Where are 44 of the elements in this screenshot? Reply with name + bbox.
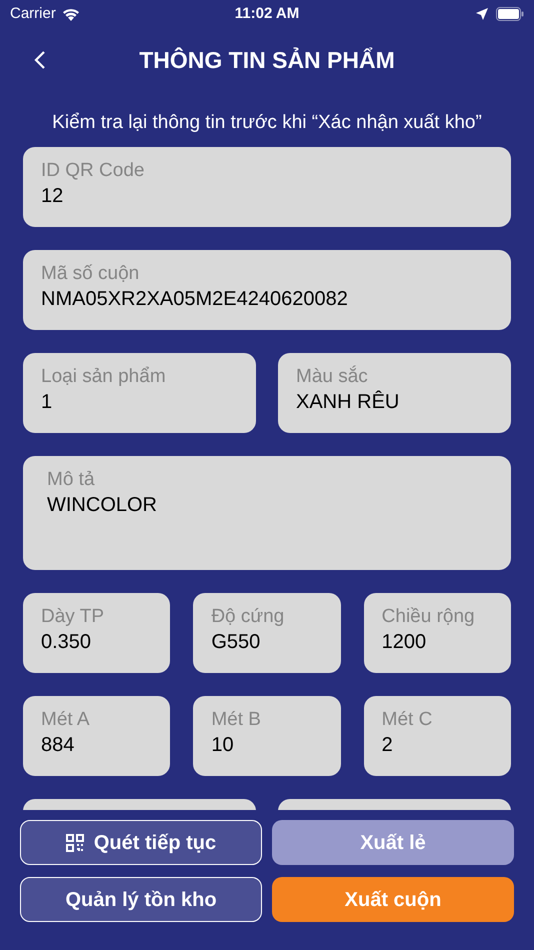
input-field[interactable]: Chiều rộng 1200	[364, 593, 511, 673]
location-arrow-icon	[476, 8, 488, 20]
input-field[interactable]: Dày TP 0.350	[23, 593, 170, 673]
status-time: 11:02 AM	[234, 4, 300, 24]
field-label: Chiều rộng	[382, 605, 476, 629]
action-button[interactable]: Quét tiếp tục	[20, 820, 262, 865]
field-value: 2	[382, 733, 394, 758]
field-label: Mã số cuộn	[41, 262, 140, 286]
input-field[interactable]: Loại sản phẩm 1	[23, 353, 256, 433]
input-field[interactable]: Mét A 884	[23, 696, 170, 776]
back-chevron-icon	[34, 50, 46, 70]
instruction-text: Kiểm tra lại thông tin trước khi “Xác nhận xuất kho”	[51, 111, 483, 135]
field-label: ID QR Code	[41, 159, 146, 183]
field-label: Dày TP	[41, 605, 106, 629]
battery-icon	[496, 7, 524, 21]
field-value: 1	[41, 390, 54, 415]
page-title: THÔNG TIN SẢN PHẨM	[139, 46, 395, 75]
input-field[interactable]: Độ cứng G550	[193, 593, 341, 673]
input-field[interactable]: Màu sắc XANH RÊU	[278, 353, 511, 433]
field-value: 884	[41, 733, 76, 758]
field-value: 10	[211, 733, 235, 758]
field-value: 12	[41, 184, 64, 209]
field-label: Độ cứng	[211, 605, 286, 629]
field-label: Màu sắc	[296, 365, 369, 389]
field-label: Mét C	[382, 708, 434, 732]
field-label: Loại sản phẩm	[41, 365, 167, 389]
field-value: 0.350	[41, 630, 92, 655]
input-field[interactable]: ID QR Code 12	[23, 147, 511, 227]
wifi-icon	[62, 8, 80, 20]
field-label: Mét A	[41, 708, 91, 732]
field-value: XANH RÊU	[296, 390, 400, 415]
field-value: NMA05XR2XA05M2E4240620082	[41, 287, 349, 312]
field-value: 1200	[382, 630, 428, 655]
action-button[interactable]: Quản lý tồn kho	[20, 877, 262, 922]
field-value: WINCOLOR	[47, 493, 158, 518]
input-field[interactable]: Mã số cuộn NMA05XR2XA05M2E4240620082	[23, 250, 511, 330]
field-label: Mô tả	[47, 468, 96, 492]
field-label: Mét B	[211, 708, 262, 732]
carrier-label: Carrier	[10, 4, 56, 24]
qr-code-icon	[66, 834, 84, 852]
input-field[interactable]: Mét B 10	[193, 696, 341, 776]
field-value: G550	[211, 630, 262, 655]
input-field[interactable]: Mét C 2	[364, 696, 511, 776]
input-field[interactable]: Mô tả WINCOLOR	[23, 456, 511, 570]
